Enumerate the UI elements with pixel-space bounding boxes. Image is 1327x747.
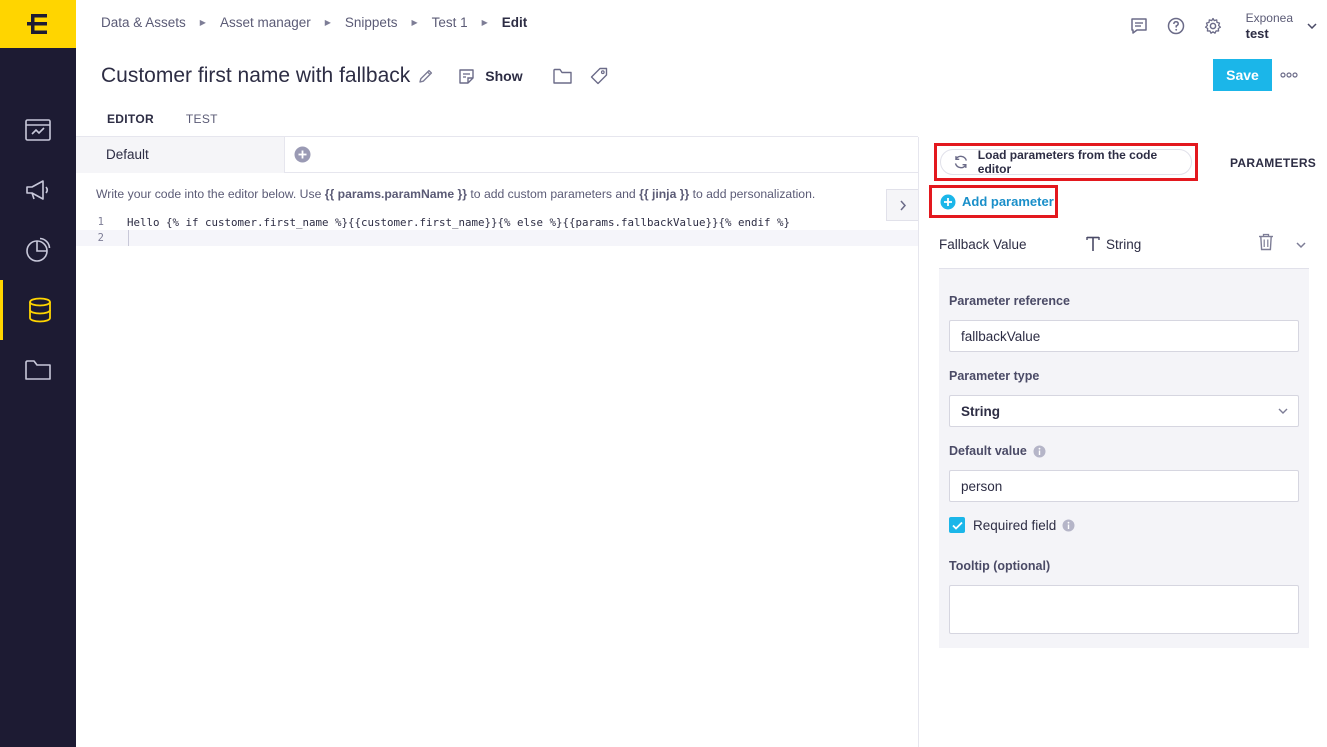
exponea-logo-icon bbox=[27, 14, 47, 34]
code-line-active[interactable]: 2 bbox=[76, 230, 918, 246]
tab-test[interactable]: TEST bbox=[180, 108, 224, 138]
parameter-reference-input[interactable]: fallbackValue bbox=[949, 320, 1299, 352]
required-field-checkbox[interactable] bbox=[949, 517, 965, 533]
breadcrumb-asset-manager[interactable]: Asset manager bbox=[220, 15, 311, 30]
note-icon bbox=[459, 68, 474, 84]
plus-circle-icon bbox=[294, 146, 311, 163]
parameter-type-label: String bbox=[1106, 236, 1142, 252]
breadcrumb-test-1[interactable]: Test 1 bbox=[432, 15, 468, 30]
title-bar: Customer first name with fallback Show bbox=[101, 62, 608, 90]
app-logo[interactable] bbox=[0, 0, 76, 48]
line-number: 1 bbox=[97, 216, 104, 228]
parameter-details: Parameter reference fallbackValue Parame… bbox=[939, 268, 1309, 648]
parameter-header[interactable]: Fallback Value String bbox=[939, 233, 1309, 255]
parameters-heading: PARAMETERS bbox=[1230, 156, 1317, 170]
breadcrumb-snippets[interactable]: Snippets bbox=[345, 15, 398, 30]
load-parameters-button[interactable]: Load parameters from the code editor bbox=[940, 148, 1192, 176]
code-editor-panel: Default Write your code into the editor … bbox=[76, 136, 918, 747]
settings-gear-icon[interactable] bbox=[1203, 16, 1223, 36]
parameter-type-badge: String bbox=[1086, 236, 1141, 252]
chevron-down-icon bbox=[1278, 408, 1288, 414]
code-text[interactable]: Hello {% if customer.first_name %}{{cust… bbox=[127, 216, 790, 229]
tooltip-label: Tooltip (optional) bbox=[949, 559, 1051, 573]
snippet-variant-tabs: Default bbox=[76, 136, 918, 173]
default-value-label: Default value bbox=[949, 444, 1027, 458]
plus-circle-icon bbox=[940, 194, 956, 209]
parameter-name: Fallback Value bbox=[939, 236, 1027, 252]
info-icon[interactable] bbox=[1062, 519, 1075, 532]
info-icon[interactable] bbox=[1033, 445, 1046, 458]
analytics-pie-icon bbox=[26, 237, 51, 262]
refresh-icon bbox=[954, 155, 967, 169]
sidebar-item-campaigns[interactable] bbox=[0, 160, 76, 220]
breadcrumb-separator-icon: ▶ bbox=[481, 18, 488, 27]
breadcrumb-separator-icon: ▶ bbox=[324, 18, 331, 27]
breadcrumb-current: Edit bbox=[501, 15, 528, 30]
folder-icon bbox=[25, 360, 51, 380]
tags-button[interactable] bbox=[590, 67, 608, 85]
sidebar-item-data-assets[interactable] bbox=[0, 280, 76, 340]
move-to-folder-button[interactable] bbox=[552, 68, 572, 84]
show-button-label: Show bbox=[485, 68, 523, 84]
hint-text-2: to add custom parameters and bbox=[467, 187, 640, 201]
sidebar-item-analyses[interactable] bbox=[0, 220, 76, 280]
account-switcher[interactable]: Exponea test bbox=[1246, 10, 1317, 42]
dashboard-icon bbox=[25, 119, 51, 141]
required-field-row: Required field bbox=[949, 517, 1075, 533]
tag-icon bbox=[590, 67, 607, 85]
hint-text-3: to add personalization. bbox=[689, 187, 816, 201]
collapse-parameter-icon[interactable] bbox=[1296, 236, 1306, 254]
chat-icon[interactable] bbox=[1129, 16, 1149, 36]
load-parameters-label: Load parameters from the code editor bbox=[977, 148, 1158, 176]
code-line[interactable]: 1 Hello {% if customer.first_name %}{{cu… bbox=[76, 214, 918, 230]
show-button[interactable]: Show bbox=[458, 68, 523, 85]
top-bar: Data & Assets ▶ Asset manager ▶ Snippets… bbox=[76, 0, 1327, 48]
hint-text-1: Write your code into the editor below. U… bbox=[96, 187, 325, 201]
parameters-panel: Load parameters from the code editor PAR… bbox=[919, 137, 1327, 747]
parameter-type-label: Parameter type bbox=[949, 369, 1040, 383]
chevron-down-icon bbox=[1307, 23, 1317, 29]
parameter-type-select[interactable]: String bbox=[949, 395, 1299, 427]
sidebar bbox=[0, 0, 76, 747]
hint-jinja-code: {{ jinja }} bbox=[639, 187, 690, 201]
tooltip-textarea[interactable] bbox=[949, 585, 1299, 634]
save-button[interactable]: Save bbox=[1213, 59, 1272, 91]
sidebar-item-dashboards[interactable] bbox=[0, 100, 76, 160]
top-actions: Exponea test bbox=[1112, 10, 1327, 42]
parameter-type-value: String bbox=[961, 403, 1000, 419]
line-number: 2 bbox=[97, 232, 104, 244]
database-icon bbox=[28, 297, 51, 323]
breadcrumb-data-assets[interactable]: Data & Assets bbox=[101, 15, 186, 30]
page-title: Customer first name with fallback bbox=[101, 64, 411, 87]
required-field-label: Required field bbox=[973, 517, 1057, 533]
hint-params-code: {{ params.paramName }} bbox=[324, 187, 468, 201]
editor-hint: Write your code into the editor below. U… bbox=[96, 187, 815, 201]
add-parameter-label: Add parameter bbox=[962, 194, 1054, 209]
text-type-icon bbox=[1086, 236, 1100, 251]
chevron-right-icon bbox=[899, 200, 906, 210]
add-parameter-button[interactable]: Add parameter bbox=[929, 185, 1058, 218]
help-icon[interactable] bbox=[1166, 16, 1186, 36]
editor-tabs: EDITOR TEST bbox=[101, 108, 244, 138]
sidebar-item-files[interactable] bbox=[0, 340, 76, 400]
highlight-box: Load parameters from the code editor bbox=[934, 143, 1198, 181]
breadcrumb-separator-icon: ▶ bbox=[199, 18, 206, 27]
folder-icon bbox=[552, 68, 572, 84]
campaign-megaphone-icon bbox=[26, 180, 49, 200]
add-variant-button[interactable] bbox=[294, 146, 311, 163]
breadcrumb-separator-icon: ▶ bbox=[411, 18, 418, 27]
more-options-icon[interactable] bbox=[1280, 66, 1298, 84]
default-value-input[interactable]: person bbox=[949, 470, 1299, 502]
breadcrumb: Data & Assets ▶ Asset manager ▶ Snippets… bbox=[101, 15, 527, 30]
account-project: test bbox=[1245, 26, 1269, 41]
account-company: Exponea bbox=[1245, 11, 1293, 25]
parameter-reference-label: Parameter reference bbox=[949, 294, 1070, 308]
edit-title-pencil-icon[interactable] bbox=[418, 68, 434, 84]
text-cursor bbox=[128, 230, 129, 246]
tab-editor[interactable]: EDITOR bbox=[101, 108, 160, 138]
default-value-label-row: Default value bbox=[949, 444, 1046, 458]
delete-parameter-icon[interactable] bbox=[1258, 233, 1274, 256]
snippet-tab-default[interactable]: Default bbox=[76, 136, 285, 173]
check-icon bbox=[951, 521, 963, 530]
